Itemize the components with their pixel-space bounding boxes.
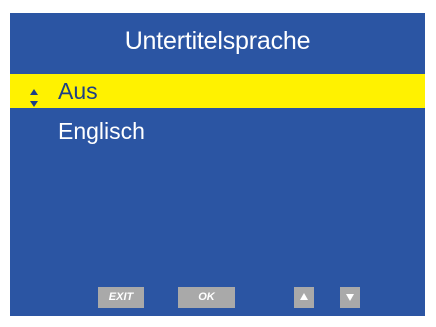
- menu-item-label: Aus: [58, 78, 98, 104]
- footer-controls: EXIT OK: [10, 287, 425, 308]
- language-menu: Aus Englisch: [10, 74, 425, 148]
- menu-item-aus[interactable]: Aus: [10, 74, 425, 108]
- subtitle-language-screen: Untertitelsprache Aus Englisch EXIT OK: [10, 13, 425, 316]
- ok-button[interactable]: OK: [178, 287, 235, 308]
- exit-button[interactable]: EXIT: [98, 287, 144, 308]
- down-button[interactable]: [340, 287, 360, 308]
- menu-item-label: Englisch: [58, 118, 145, 144]
- screen-title: Untertitelsprache: [124, 27, 311, 55]
- up-button[interactable]: [294, 287, 314, 308]
- menu-item-englisch[interactable]: Englisch: [10, 114, 425, 148]
- up-down-arrows-icon: [29, 82, 39, 107]
